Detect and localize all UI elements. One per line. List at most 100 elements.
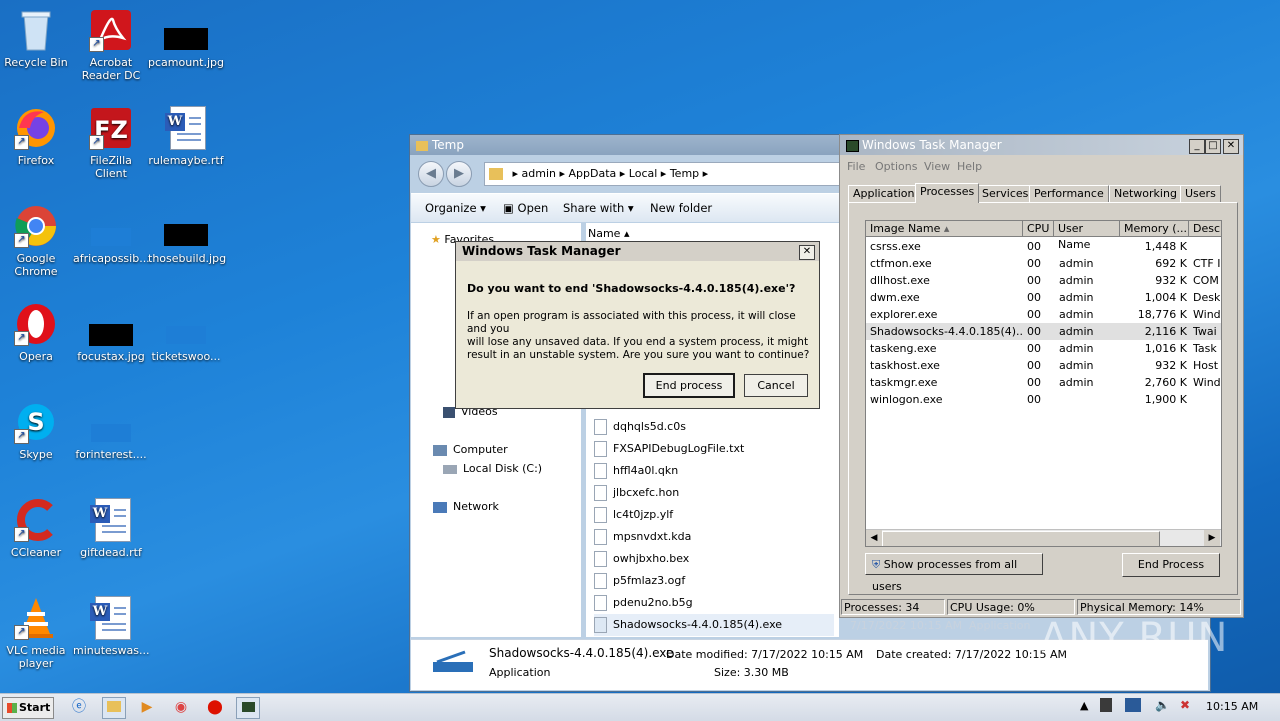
process-row[interactable]: explorer.exe 00 admin 18,776 K Wind [866, 306, 1221, 323]
breadcrumb-appdata[interactable]: AppData [569, 167, 617, 180]
desktop-icon-forinterest[interactable]: forinterest.... [73, 400, 149, 461]
process-row[interactable]: dllhost.exe 00 admin 932 K COM [866, 272, 1221, 289]
menu-help[interactable]: Help [957, 157, 982, 177]
process-row[interactable]: csrss.exe 00 1,448 K [866, 238, 1221, 255]
file-row[interactable]: owhjbxho.bex [594, 548, 834, 570]
file-row[interactable]: lc4t0jzp.ylf [594, 504, 834, 526]
tab-performance[interactable]: Performance [1029, 185, 1109, 202]
status-processes: Processes: 34 [841, 599, 945, 615]
media-player-taskbar-icon[interactable]: ▶ [136, 697, 158, 717]
scroll-right-arrow[interactable]: ▶ [1204, 530, 1220, 546]
show-hidden-icons-button[interactable]: ▲ [1080, 699, 1088, 712]
opera-taskbar-icon[interactable]: ⬤ [204, 697, 226, 717]
desktop-icon-opera[interactable]: ↗ Opera [0, 302, 74, 363]
explorer-taskbar-icon[interactable] [102, 697, 126, 719]
tab-processes[interactable]: Processes [915, 183, 980, 203]
desktop-icon-rulemaybe[interactable]: W rulemaybe.rtf [148, 106, 224, 167]
file-row[interactable]: jlbcxefc.hon [594, 482, 834, 504]
column-image-name[interactable]: Image Name ▴ [866, 221, 1023, 237]
file-icon [594, 551, 607, 567]
maximize-button[interactable]: □ [1205, 139, 1221, 154]
process-row[interactable]: taskmgr.exe 00 admin 2,760 K Wind [866, 374, 1221, 391]
desktop-icon-minuteswas[interactable]: W minuteswas... [73, 596, 149, 657]
column-cpu[interactable]: CPU [1023, 221, 1054, 237]
volume-icon[interactable]: 🔈 [1155, 698, 1170, 712]
desktop-icon-ticketswoo[interactable]: ticketswoo... [148, 302, 224, 363]
action-center-icon[interactable] [1100, 698, 1112, 712]
desktop-icon-chrome[interactable]: ↗ Google Chrome [0, 204, 74, 278]
file-row[interactable]: mpsnvdxt.kda [594, 526, 834, 548]
file-row[interactable]: pdenu2no.b5g [594, 592, 834, 614]
show-all-processes-button[interactable]: ⛨ Show processes from all users [865, 553, 1043, 593]
desktop-icon-skype[interactable]: S ↗ Skype [0, 400, 74, 461]
process-list[interactable]: Image Name ▴ CPU User Name Memory (... D… [865, 220, 1222, 547]
breadcrumb-admin[interactable]: admin [522, 167, 556, 180]
tray-flag-icon[interactable]: ✖ [1180, 698, 1190, 712]
nav-local-disk[interactable]: Local Disk (C:) [443, 462, 542, 475]
back-button[interactable]: ◀ [418, 161, 444, 187]
start-button[interactable]: Start [2, 697, 54, 719]
dialog-end-process-button[interactable]: End process [643, 373, 735, 398]
desktop-icon-focustax[interactable]: focustax.jpg [73, 302, 149, 363]
horizontal-scrollbar[interactable]: ◀ ▶ [866, 529, 1221, 546]
file-row[interactable]: FXSAPIDebugLogFile.txt [594, 438, 834, 460]
dialog-cancel-button[interactable]: Cancel [744, 374, 808, 397]
file-row[interactable]: p5fmlaz3.ogf [594, 570, 834, 592]
clock[interactable]: 10:15 AM [1206, 700, 1258, 713]
nav-network[interactable]: Network [433, 500, 499, 513]
desktop-icon-ccleaner[interactable]: ↗ CCleaner [0, 498, 74, 559]
column-memory[interactable]: Memory (... [1120, 221, 1189, 237]
desktop-icon-africapossib[interactable]: africapossib... [73, 204, 150, 265]
desktop-icon-vlc[interactable]: ↗ VLC media player [0, 596, 74, 670]
column-header-name[interactable]: Name ▴ [588, 227, 629, 240]
task-manager-taskbar-icon[interactable] [236, 697, 260, 719]
process-row[interactable]: taskeng.exe 00 admin 1,016 K Task [866, 340, 1221, 357]
tab-networking[interactable]: Networking [1109, 185, 1182, 202]
menu-view[interactable]: View [924, 157, 950, 177]
desktop-icon-thosebuild[interactable]: thosebuild.jpg [148, 204, 226, 265]
file-row-selected[interactable]: Shadowsocks-4.4.0.185(4).exe [594, 614, 834, 636]
desktop-icon-acrobat[interactable]: ↗ Acrobat Reader DC [73, 8, 149, 82]
desktop-icon-firefox[interactable]: ↗ Firefox [0, 106, 74, 167]
share-with-button[interactable]: Share with ▾ [563, 194, 634, 222]
scroll-left-arrow[interactable]: ◀ [866, 530, 882, 546]
desktop-icon-pcamount[interactable]: pcamount.jpg [148, 8, 224, 69]
process-cell-cpu: 00 [1027, 291, 1041, 304]
breadcrumb-temp[interactable]: Temp [670, 167, 699, 180]
process-row-selected[interactable]: Shadowsocks-4.4.0.185(4).... 00 admin 2,116… [866, 323, 1221, 340]
end-process-button[interactable]: End Process [1122, 553, 1220, 577]
tab-services[interactable]: Services [977, 185, 1034, 202]
network-tray-icon[interactable] [1125, 698, 1141, 712]
open-button[interactable]: ▣ Open [503, 194, 548, 222]
ie-taskbar-icon[interactable]: ⓔ [68, 697, 90, 717]
new-folder-button[interactable]: New folder [650, 194, 712, 222]
file-row[interactable]: dqhqls5d.c0s [594, 416, 834, 438]
process-row[interactable]: taskhost.exe 00 admin 932 K Host [866, 357, 1221, 374]
process-row[interactable]: winlogon.exe 00 1,900 K [866, 391, 1221, 408]
address-bar[interactable]: ▸ admin ▸ AppData ▸ Local ▸ Temp ▸ [484, 162, 846, 186]
scroll-thumb[interactable] [882, 531, 1160, 546]
tab-applications[interactable]: Applications [848, 185, 926, 202]
process-cell-mem: 2,760 K [1144, 376, 1187, 389]
breadcrumb-local[interactable]: Local [629, 167, 658, 180]
close-button[interactable]: ✕ [1223, 139, 1239, 154]
dialog-close-button[interactable]: ✕ [799, 245, 815, 260]
process-row[interactable]: dwm.exe 00 admin 1,004 K Desk [866, 289, 1221, 306]
chrome-taskbar-icon[interactable]: ◉ [170, 697, 192, 717]
task-manager-titlebar[interactable]: Windows Task Manager [840, 135, 1243, 155]
desktop-icon-giftdead[interactable]: W giftdead.rtf [73, 498, 149, 559]
file-row[interactable]: hffl4a0l.qkn [594, 460, 834, 482]
organize-button[interactable]: Organize ▾ [425, 194, 486, 222]
menu-options[interactable]: Options [875, 157, 917, 177]
desktop-icon-recycle-bin[interactable]: Recycle Bin [0, 8, 74, 69]
menu-file[interactable]: File [847, 157, 865, 177]
process-row[interactable]: ctfmon.exe 00 admin 692 K CTF I [866, 255, 1221, 272]
minimize-button[interactable]: _ [1189, 139, 1205, 154]
nav-computer[interactable]: Computer [433, 443, 508, 456]
tab-users[interactable]: Users [1180, 185, 1221, 202]
dialog-titlebar[interactable]: Windows Task Manager [456, 242, 819, 261]
forward-button[interactable]: ▶ [446, 161, 472, 187]
column-description[interactable]: Desc [1189, 221, 1221, 237]
column-user-name[interactable]: User Name [1054, 221, 1120, 251]
desktop-icon-filezilla[interactable]: FZ ↗ FileZilla Client [73, 106, 149, 180]
